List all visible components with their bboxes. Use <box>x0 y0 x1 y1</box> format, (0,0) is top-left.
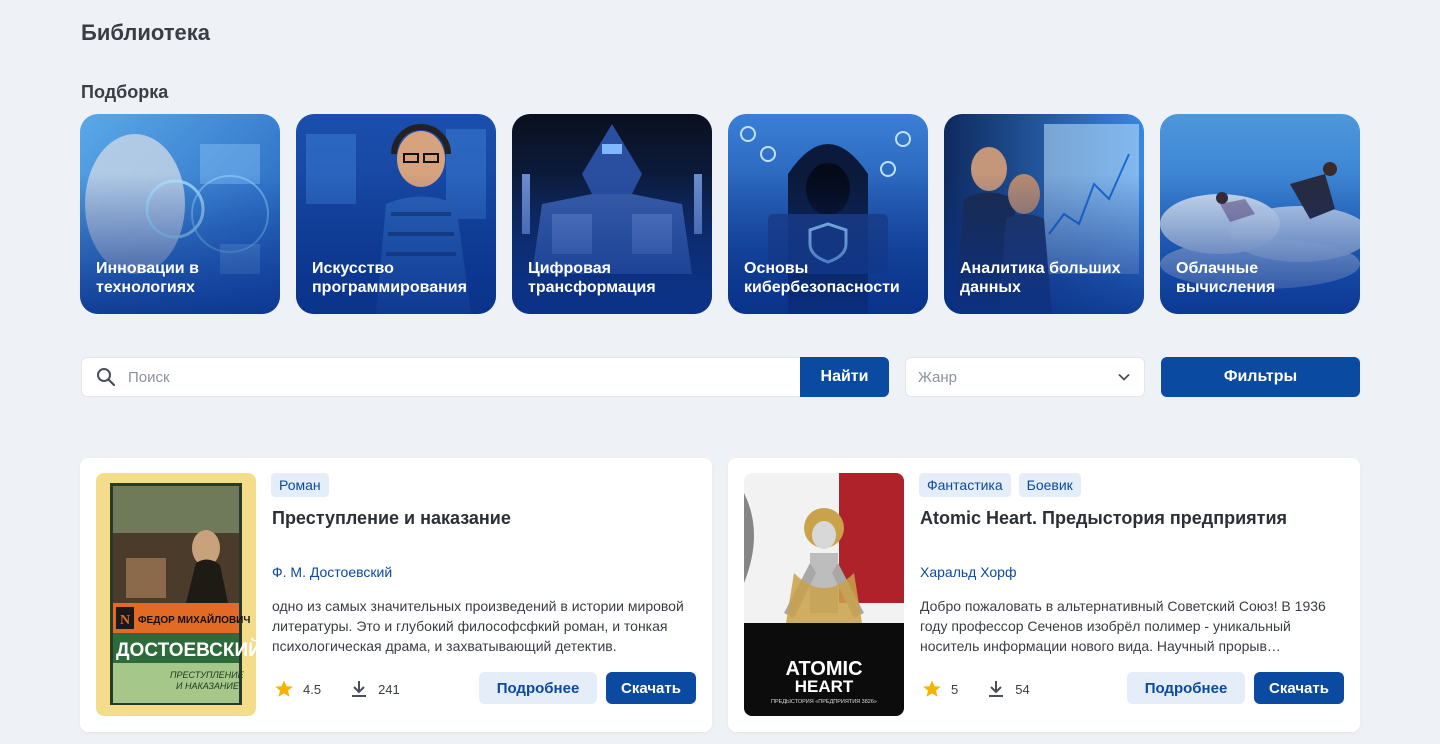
genre-tag[interactable]: Боевик <box>1018 473 1081 497</box>
book-title[interactable]: Преступление и наказание <box>272 508 511 529</box>
book-cover-image: N ФЕДОР МИХАЙЛОВИЧ ДОСТОЕВСКИЙ ПРЕСТУПЛЕ… <box>96 473 256 716</box>
collection-tile-programming[interactable]: Искусство программирования <box>296 114 496 314</box>
collections-row: Инновации в технологиях Искусство програ… <box>80 114 1360 314</box>
search-field <box>81 357 800 397</box>
collection-label: Аналитика больших данных <box>960 260 1121 296</box>
tag-list: Фантастика Боевик <box>919 473 1081 497</box>
rating: 5 <box>922 679 958 699</box>
book-cover[interactable]: ATOMIC HEART ПРЕДЫСТОРИЯ «ПРЕДПРИЯТИЯ 38… <box>744 473 904 716</box>
rating-value: 5 <box>951 681 959 697</box>
book-card: N ФЕДОР МИХАЙЛОВИЧ ДОСТОЕВСКИЙ ПРЕСТУПЛЕ… <box>80 458 712 732</box>
collection-label: Инновации в технологиях <box>96 260 199 296</box>
find-button[interactable]: Найти <box>800 357 889 397</box>
book-author-link[interactable]: Харальд Хорф <box>920 564 1017 580</box>
collection-tile-transformation[interactable]: Цифровая трансформация <box>512 114 712 314</box>
book-author-link[interactable]: Ф. М. Достоевский <box>272 564 392 580</box>
book-cover[interactable]: N ФЕДОР МИХАЙЛОВИЧ ДОСТОЕВСКИЙ ПРЕСТУПЛЕ… <box>96 473 256 716</box>
search-bar: Найти <box>81 357 889 397</box>
genre-select-value: Жанр <box>918 368 957 386</box>
book-stats: 4.5 241 <box>274 679 428 699</box>
collection-tile-cloud[interactable]: Облачные вычисления <box>1160 114 1360 314</box>
cover-logo-line2: HEART <box>795 677 854 696</box>
star-icon <box>923 680 941 697</box>
collection-tile-bigdata[interactable]: Аналитика больших данных <box>944 114 1144 314</box>
genre-tag[interactable]: Фантастика <box>919 473 1011 497</box>
cover-author-big: ДОСТОЕВСКИЙ <box>116 639 256 661</box>
search-input[interactable] <box>128 368 728 386</box>
download-icon <box>352 681 367 697</box>
download-icon <box>989 681 1004 697</box>
book-description: Добро пожаловать в альтернативный Советс… <box>920 598 1326 654</box>
collection-tile-cybersecurity[interactable]: Основы кибербезопасности <box>728 114 928 314</box>
filters-button[interactable]: Фильтры <box>1161 357 1360 397</box>
details-button[interactable]: Подробнее <box>1127 672 1245 704</box>
downloads-count: 54 <box>1015 681 1030 697</box>
collection-label: Цифровая трансформация <box>528 260 656 296</box>
downloads: 54 <box>986 679 1030 699</box>
chevron-down-icon <box>1118 373 1130 381</box>
search-icon <box>97 368 116 387</box>
collection-label: Основы кибербезопасности <box>744 260 900 296</box>
rating: 4.5 <box>274 679 321 699</box>
book-cover-image: ATOMIC HEART ПРЕДЫСТОРИЯ «ПРЕДПРИЯТИЯ 38… <box>744 473 904 716</box>
tag-list: Роман <box>271 473 329 497</box>
collection-label: Облачные вычисления <box>1176 260 1276 296</box>
cover-title-line1: ПРЕСТУПЛЕНИЕ <box>170 670 245 680</box>
section-title-collections: Подборка <box>81 82 169 102</box>
collection-label: Искусство программирования <box>312 260 467 296</box>
downloads-count: 241 <box>378 681 400 697</box>
cover-title-line2: И НАКАЗАНИЕ <box>176 681 240 691</box>
book-card: ATOMIC HEART ПРЕДЫСТОРИЯ «ПРЕДПРИЯТИЯ 38… <box>728 458 1360 732</box>
book-stats: 5 54 <box>922 679 1058 699</box>
page-title: Библиотека <box>81 20 211 45</box>
collection-tile-innovations[interactable]: Инновации в технологиях <box>80 114 280 314</box>
star-icon <box>275 680 293 697</box>
details-button[interactable]: Подробнее <box>479 672 597 704</box>
cover-author-line: ФЕДОР МИХАЙЛОВИЧ <box>138 613 250 626</box>
book-title[interactable]: Atomic Heart. Предыстория предприятия <box>920 508 1287 529</box>
book-description: одно из самых значительных произведений … <box>272 598 684 654</box>
svg-text:N: N <box>120 613 130 628</box>
genre-tag[interactable]: Роман <box>271 473 329 497</box>
download-button[interactable]: Скачать <box>606 672 696 704</box>
download-button[interactable]: Скачать <box>1254 672 1344 704</box>
downloads: 241 <box>349 679 400 699</box>
rating-value: 4.5 <box>303 681 322 697</box>
genre-select[interactable]: Жанр <box>905 357 1145 397</box>
cover-subtitle: ПРЕДЫСТОРИЯ «ПРЕДПРИЯТИЯ 3826» <box>771 699 877 705</box>
